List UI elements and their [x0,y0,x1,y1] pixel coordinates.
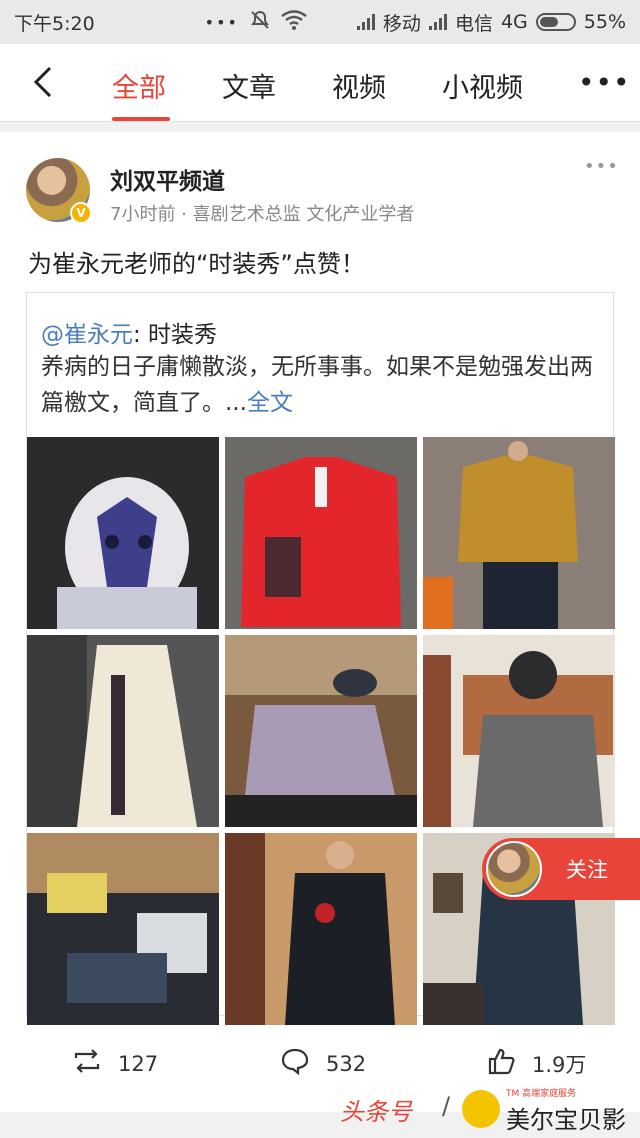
photo-grid [27,437,615,1025]
quoted-post[interactable]: @崔永元: 时装秀 养病的日子庸懒散淡，无所事事。如果不是勉强发出两篇檄文，简直… [26,292,615,1025]
action-bar: 127 532 1.9万 [0,1032,640,1092]
comment-button[interactable]: 532 [280,1046,366,1081]
post-card: V 刘双平频道 7小时前 · 喜剧艺术总监 文化产业学者 ••• 为崔永元老师的… [0,132,640,1112]
signal-icon [428,14,447,30]
quote-title: : 时装秀 [133,322,218,348]
follow-button[interactable]: 关注 [482,838,640,900]
photo-1[interactable] [27,437,219,629]
card-more-icon[interactable]: ••• [584,156,619,177]
quote-body-text: 养病的日子庸懒散淡，无所事事。如果不是勉强发出两篇檄文，简直了。... [41,354,593,416]
status-time: 下午5:20 [14,12,95,35]
repost-button[interactable]: 127 [72,1046,158,1081]
thumbs-up-icon [486,1046,516,1081]
tab-videos[interactable]: 视频 [332,66,386,105]
battery-icon [535,13,576,31]
like-button[interactable]: 1.9万 [486,1046,586,1081]
photo-6[interactable] [423,635,615,827]
post-text: 为崔永元老师的“时装秀”点赞！ [28,250,365,278]
comment-count: 532 [326,1051,367,1076]
carrier-2: 电信 [454,12,493,35]
like-count: 1.9万 [532,1052,587,1077]
follow-label: 关注 [566,858,608,882]
photo-8[interactable] [225,833,417,1025]
notification-dots: ••• [204,12,239,32]
network-type: 4G [500,11,528,33]
nav-more-icon[interactable]: ••• [578,66,631,99]
back-icon[interactable] [28,64,58,100]
quote-header: @崔永元: 时装秀 [41,315,217,349]
carrier-1: 移动 [382,12,421,35]
quote-mention[interactable]: @崔永元 [41,322,133,348]
watermark-separator: / [442,1092,451,1120]
watermark-text-2: 美尔宝贝影视娱乐 [506,1106,626,1134]
battery-level: 55% [583,11,626,33]
photo-4[interactable] [27,635,219,827]
watermark: 头条号 / TM 高端家庭服务 美尔宝贝影视娱乐 [340,1086,640,1138]
repost-icon [72,1046,102,1081]
author-name[interactable]: 刘双平频道 [110,162,225,196]
watermark-text-1: 头条号 [340,1098,412,1126]
photo-2[interactable] [225,437,417,629]
verified-badge-icon: V [70,202,92,224]
photo-5[interactable] [225,635,417,827]
status-bar: 下午5:20 ••• 移动 电信 4G 55% [0,0,640,44]
comment-icon [280,1046,310,1081]
watermark-logo-icon [462,1090,500,1128]
post-meta: 7小时前 · 喜剧艺术总监 文化产业学者 [110,204,415,225]
repost-count: 127 [118,1051,159,1076]
wifi-icon [281,9,307,35]
active-tab-indicator [112,117,170,121]
read-more-link[interactable]: 全文 [247,390,293,416]
mute-icon [249,9,271,36]
watermark-tagline: TM 高端家庭服务 [506,1089,577,1099]
signal-icon [356,14,375,30]
tab-short-videos[interactable]: 小视频 [442,66,523,105]
follow-avatar [486,841,542,897]
photo-7[interactable] [27,833,219,1025]
tab-articles[interactable]: 文章 [222,66,276,105]
top-nav: 全部 文章 视频 小视频 ••• [0,44,640,122]
quote-body: 养病的日子庸懒散淡，无所事事。如果不是勉强发出两篇檄文，简直了。...全文 [41,349,601,421]
tab-all[interactable]: 全部 [112,66,166,105]
photo-3[interactable] [423,437,615,629]
